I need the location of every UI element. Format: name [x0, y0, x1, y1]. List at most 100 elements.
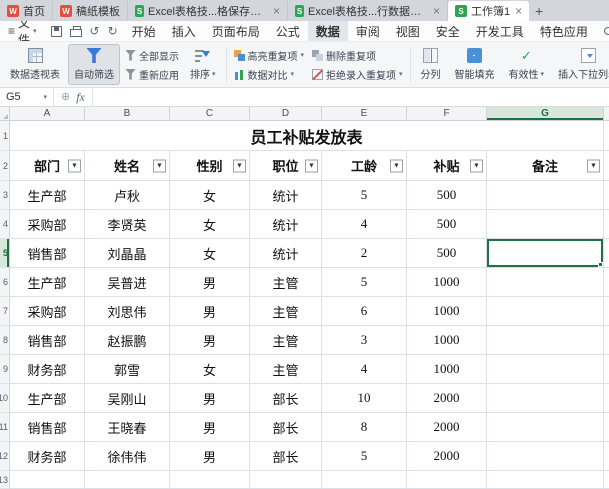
cell-F7[interactable]: 1000 — [407, 297, 487, 326]
cell-G10[interactable] — [487, 384, 604, 413]
cell-D8[interactable]: 主管 — [250, 326, 322, 355]
column-header-F[interactable]: F — [407, 107, 487, 120]
column-header-A[interactable]: A — [10, 107, 85, 120]
cell-B5[interactable]: 刘晶晶 — [85, 239, 170, 268]
cell-A11[interactable]: 销售部 — [10, 413, 85, 442]
cell-C10[interactable]: 男 — [170, 384, 250, 413]
cell-D5[interactable]: 统计 — [250, 239, 322, 268]
name-box[interactable]: G5 ▾ — [0, 88, 54, 106]
cell-E3[interactable]: 5 — [322, 181, 407, 210]
cell-G7[interactable] — [487, 297, 604, 326]
cell-F3[interactable]: 500 — [407, 181, 487, 210]
cell-F5[interactable]: 500 — [407, 239, 487, 268]
insert-function-icon[interactable]: ⊕ — [61, 91, 70, 103]
cell-G6[interactable] — [487, 268, 604, 297]
reject-duplicate-input-button[interactable]: 拒绝录入重复项 ▾ — [312, 67, 403, 82]
cell-C3[interactable]: 女 — [170, 181, 250, 210]
cell-C7[interactable]: 男 — [170, 297, 250, 326]
header-cell[interactable]: 职位 ▼ — [250, 151, 322, 181]
cell-A4[interactable]: 采购部 — [10, 210, 85, 239]
row-header-2[interactable]: 2 — [0, 151, 10, 181]
cell-A12[interactable]: 财务部 — [10, 442, 85, 471]
cell-F10[interactable]: 2000 — [407, 384, 487, 413]
cell-G3[interactable] — [487, 181, 604, 210]
cell-B8[interactable]: 赵振鹏 — [85, 326, 170, 355]
menu-item[interactable]: 审阅 — [348, 21, 388, 41]
cell-B13[interactable] — [85, 471, 170, 489]
header-cell[interactable]: 补贴 ▼ — [407, 151, 487, 181]
cell-D11[interactable]: 部长 — [250, 413, 322, 442]
home-tab[interactable]: W 首页 — [0, 1, 53, 21]
redo-button[interactable]: ↻ — [108, 25, 118, 37]
cell-E12[interactable]: 5 — [322, 442, 407, 471]
row-header-3[interactable]: 3 — [0, 181, 10, 210]
cell-D12[interactable]: 部长 — [250, 442, 322, 471]
filter-dropdown-button[interactable]: ▼ — [470, 159, 483, 172]
row-header-1[interactable]: 1 — [0, 121, 10, 151]
cell-D4[interactable]: 统计 — [250, 210, 322, 239]
header-cell[interactable]: 工龄 ▼ — [322, 151, 407, 181]
row-header-9[interactable]: 9 — [0, 355, 10, 384]
menu-item[interactable]: 页面布局 — [204, 21, 268, 41]
cell-B12[interactable]: 徐伟伟 — [85, 442, 170, 471]
tab-close-icon[interactable]: × — [273, 5, 280, 17]
cell-A13[interactable] — [10, 471, 85, 489]
cell-C9[interactable]: 女 — [170, 355, 250, 384]
text-to-columns-button[interactable]: 分列 — [415, 44, 447, 85]
filter-dropdown-button[interactable]: ▼ — [233, 159, 246, 172]
document-tab[interactable]: SExcel表格技...行数据筛选和排序 × — [288, 1, 448, 21]
header-cell[interactable]: 姓名 ▼ — [85, 151, 170, 181]
fx-icon[interactable]: fx — [76, 90, 85, 105]
cell-G12[interactable] — [487, 442, 604, 471]
cell-F6[interactable]: 1000 — [407, 268, 487, 297]
row-header-7[interactable]: 7 — [0, 297, 10, 326]
filter-dropdown-button[interactable]: ▼ — [587, 159, 600, 172]
cell-A7[interactable]: 采购部 — [10, 297, 85, 326]
smart-fill-button[interactable]: 智能填充 — [449, 44, 501, 85]
document-tab[interactable]: SExcel表格技...格保存后格式丢失 × — [128, 1, 288, 21]
cell-G9[interactable] — [487, 355, 604, 384]
cell-E9[interactable]: 4 — [322, 355, 407, 384]
cell-C8[interactable]: 男 — [170, 326, 250, 355]
cell-F11[interactable]: 2000 — [407, 413, 487, 442]
menu-item[interactable]: 特色应用 — [532, 21, 596, 41]
cell-E10[interactable]: 10 — [322, 384, 407, 413]
row-header-5[interactable]: 5 — [0, 239, 10, 268]
menu-item[interactable]: 开始 — [124, 21, 164, 41]
cell-A3[interactable]: 生产部 — [10, 181, 85, 210]
cell-E4[interactable]: 4 — [322, 210, 407, 239]
header-cell[interactable]: 部门 ▼ — [10, 151, 85, 181]
cell-A8[interactable]: 销售部 — [10, 326, 85, 355]
row-header-12[interactable]: 12 — [0, 442, 10, 471]
undo-button[interactable]: ↺ — [90, 25, 100, 37]
filter-dropdown-button[interactable]: ▼ — [153, 159, 166, 172]
cell-B11[interactable]: 王晓春 — [85, 413, 170, 442]
row-header-8[interactable]: 8 — [0, 326, 10, 355]
cell-B6[interactable]: 吴普进 — [85, 268, 170, 297]
sort-button[interactable]: 排序 ▾ — [184, 44, 222, 85]
show-all-button[interactable]: 全部显示 — [125, 48, 179, 63]
reapply-button[interactable]: 重新应用 — [125, 67, 179, 82]
menu-item[interactable]: 数据 — [307, 21, 348, 41]
filter-dropdown-button[interactable]: ▼ — [390, 159, 403, 172]
menu-item[interactable]: 开发工具 — [468, 21, 532, 41]
column-header-E[interactable]: E — [322, 107, 407, 120]
cell-C11[interactable]: 男 — [170, 413, 250, 442]
cell-E6[interactable]: 5 — [322, 268, 407, 297]
cell-G11[interactable] — [487, 413, 604, 442]
menu-item[interactable]: 视图 — [388, 21, 428, 41]
cell-E8[interactable]: 3 — [322, 326, 407, 355]
cell-G8[interactable] — [487, 326, 604, 355]
tab-close-icon[interactable]: × — [433, 5, 440, 17]
cell-F9[interactable]: 1000 — [407, 355, 487, 384]
highlight-duplicates-button[interactable]: 高亮重复项 ▾ — [233, 48, 304, 63]
cell-G13[interactable] — [487, 471, 604, 489]
save-button[interactable] — [50, 25, 62, 37]
cell-C6[interactable]: 男 — [170, 268, 250, 297]
sheet-title-cell[interactable]: 员工补贴发放表 — [10, 121, 604, 151]
cell-F13[interactable] — [407, 471, 487, 489]
document-tab[interactable]: S 工作簿1 × — [448, 1, 530, 21]
cell-A10[interactable]: 生产部 — [10, 384, 85, 413]
cell-B7[interactable]: 刘思伟 — [85, 297, 170, 326]
remove-duplicates-button[interactable]: 删除重复项 — [312, 48, 403, 63]
